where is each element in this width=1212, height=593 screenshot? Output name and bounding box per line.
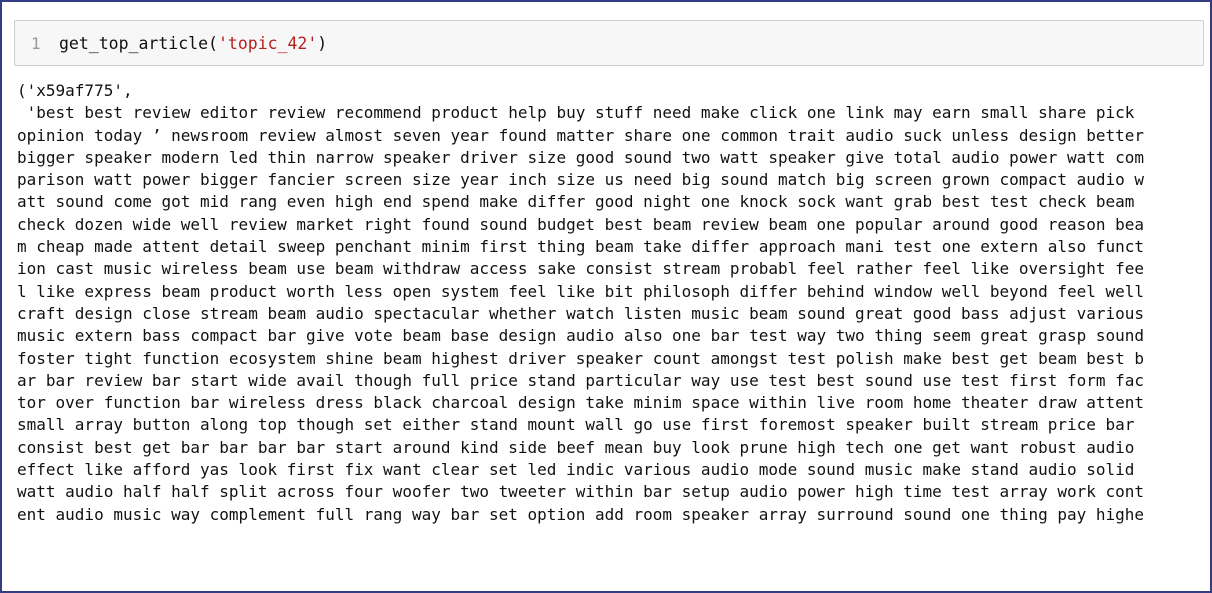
output-line: m cheap made attent detail sweep penchan… [17, 237, 1145, 257]
output-line: opinion today ’ newsroom review almost s… [17, 125, 1145, 145]
output-line: consist best get bar bar bar bar start a… [17, 437, 1135, 457]
notebook-frame: 1 get_top_article('topic_42') ('x59af775… [0, 0, 1212, 593]
output-line: foster tight function ecosystem shine be… [17, 348, 1145, 368]
code-line[interactable]: get_top_article('topic_42') [59, 34, 327, 54]
closing-paren: ) [317, 34, 328, 53]
output-line: watt audio half half split across four w… [17, 482, 1145, 502]
output-line: music extern bass compact bar give vote … [17, 326, 1145, 346]
output-line: effect like afford yas look first fix wa… [17, 460, 1135, 480]
output-line: ar bar review bar start wide avail thoug… [17, 370, 1145, 390]
output-line: check dozen wide well review market righ… [17, 214, 1145, 234]
output-line: craft design close stream beam audio spe… [17, 303, 1145, 323]
output-line: tor over function bar wireless dress bla… [17, 393, 1145, 413]
output-line: ent audio music way complement full rang… [17, 504, 1145, 524]
output-line: ion cast music wireless beam use beam wi… [17, 259, 1145, 279]
code-input-cell[interactable]: 1 get_top_article('topic_42') [14, 20, 1204, 66]
output-line: bigger speaker modern led thin narrow sp… [17, 147, 1145, 167]
cell-output: ('x59af775', 'best best review editor re… [17, 80, 1207, 526]
output-line: parison watt power bigger fancier screen… [17, 170, 1145, 190]
output-line: att sound come got mid rang even high en… [17, 192, 1135, 212]
line-number: 1 [31, 34, 41, 53]
output-line: small array button along top though set … [17, 415, 1135, 435]
string-argument: 'topic_42' [217, 34, 318, 53]
output-line: l like express beam product worth less o… [17, 281, 1145, 301]
output-line: 'best best review editor review recommen… [17, 103, 1135, 123]
function-call: get_top_article( [59, 34, 218, 53]
output-line: ('x59af775', [17, 81, 133, 100]
